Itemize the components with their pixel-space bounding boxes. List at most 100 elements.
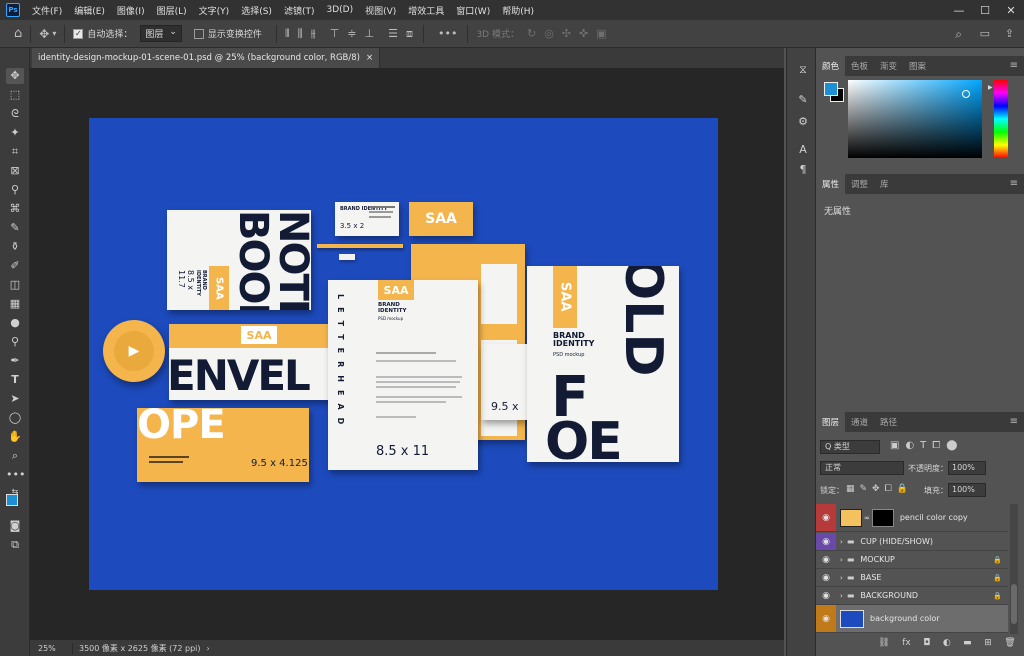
menu-image[interactable]: 图像(I)	[111, 4, 151, 17]
layer-row-selected[interactable]: ◉ background color	[816, 605, 1008, 633]
document-canvas[interactable]: NOTE BOOK SAA BRAND IDENTITY 8.5 x 11.7 …	[89, 118, 718, 590]
screen-mode-icon[interactable]: ⧉	[6, 537, 24, 553]
search-icon[interactable]: ⌕	[955, 27, 962, 42]
menu-3d[interactable]: 3D(D)	[320, 5, 359, 15]
panel-menu-icon[interactable]: ≡	[1010, 178, 1018, 189]
adjustments-icon[interactable]: ⚙	[794, 114, 812, 130]
share-icon[interactable]: ⇪	[1005, 27, 1014, 40]
quick-mask-icon[interactable]: ◙	[6, 518, 24, 534]
dodge-tool-icon[interactable]: ⚲	[6, 334, 24, 350]
marquee-tool-icon[interactable]: ⬚	[6, 87, 24, 103]
document-tab[interactable]: identity-design-mockup-01-scene-01.psd @…	[32, 48, 381, 68]
trash-icon[interactable]: 🗑	[1004, 638, 1015, 652]
brush-settings-icon[interactable]: ✎	[794, 92, 812, 108]
3d-drag-icon[interactable]: ✣	[562, 27, 571, 40]
3d-roll-icon[interactable]: ◎	[544, 27, 554, 40]
more-tools-icon[interactable]: •••	[6, 467, 25, 483]
expand-chevron-icon[interactable]: ›	[840, 538, 843, 546]
menu-select[interactable]: 选择(S)	[235, 4, 278, 17]
menu-edit[interactable]: 编辑(E)	[68, 4, 111, 17]
tab-swatches[interactable]: 色板	[845, 56, 874, 76]
eraser-tool-icon[interactable]: ◫	[6, 277, 24, 293]
layer-filter-icons[interactable]: ▣◐T⧠⬤	[890, 440, 963, 451]
layer-row[interactable]: ◉ ∞ pencil color copy	[816, 504, 1008, 532]
align-bottom-icon[interactable]: ⊥	[365, 27, 375, 40]
frame-tool-icon[interactable]: ⊠	[6, 163, 24, 179]
add-mask-icon[interactable]: ◘	[923, 638, 930, 652]
align-right-icon[interactable]: ⫵	[311, 27, 316, 41]
tab-properties[interactable]: 属性	[816, 174, 846, 194]
pen-tool-icon[interactable]: ✒	[6, 353, 24, 369]
tab-color[interactable]: 颜色	[816, 56, 846, 76]
visibility-eye-icon[interactable]: ◉	[816, 504, 836, 531]
tab-gradients[interactable]: 渐变	[874, 56, 903, 76]
healing-tool-icon[interactable]: ⌘	[6, 201, 24, 217]
auto-select-checkbox[interactable]: ✓ 自动选择：	[73, 27, 132, 40]
type-tool-icon[interactable]: T	[6, 372, 24, 388]
chevron-down-icon[interactable]: ▾	[52, 29, 56, 38]
layer-row[interactable]: ◉ › ▬ BACKGROUND 🔒	[816, 587, 1008, 605]
blend-mode-dropdown[interactable]: 正常	[820, 461, 904, 475]
link-layers-icon[interactable]: ⛓	[878, 638, 889, 652]
align-top-icon[interactable]: ⊤	[330, 27, 340, 40]
eyedropper-tool-icon[interactable]: ⚲	[6, 182, 24, 198]
opacity-input[interactable]: 100%	[948, 461, 986, 475]
more-options-icon[interactable]: •••	[438, 27, 457, 40]
hand-tool-icon[interactable]: ✋	[6, 429, 24, 445]
zoom-level[interactable]: 25%	[38, 644, 66, 653]
fill-input[interactable]: 100%	[948, 483, 986, 497]
close-tab-icon[interactable]: ×	[366, 53, 373, 63]
layer-row[interactable]: ◉ › ▬ CUP (HIDE/SHOW)	[816, 533, 1008, 551]
lasso-tool-icon[interactable]: ᘓ	[6, 106, 24, 122]
visibility-eye-icon[interactable]: ◉	[816, 587, 836, 604]
new-group-icon[interactable]: ▬	[963, 638, 972, 652]
align-center-icon[interactable]: ⫼	[298, 27, 303, 41]
menu-help[interactable]: 帮助(H)	[496, 4, 540, 17]
fx-icon[interactable]: fx	[902, 638, 911, 652]
menu-plugins[interactable]: 增效工具	[402, 4, 450, 17]
color-foreground-swatch[interactable]	[824, 82, 838, 96]
visibility-eye-icon[interactable]: ◉	[816, 569, 836, 586]
align-left-icon[interactable]: ⫴	[285, 27, 290, 41]
magic-wand-tool-icon[interactable]: ✦	[6, 125, 24, 141]
3d-slide-icon[interactable]: ✜	[579, 27, 588, 40]
show-transform-checkbox[interactable]: 显示变换控件	[193, 27, 262, 40]
layer-row[interactable]: ◉ › ▬ MOCKUP 🔒	[816, 551, 1008, 569]
crop-tool-icon[interactable]: ⌗	[6, 144, 24, 160]
home-icon[interactable]: ⌂	[14, 26, 22, 41]
history-panel-icon[interactable]: ⧖	[794, 62, 812, 78]
hue-slider[interactable]	[994, 80, 1008, 158]
tab-adjustments[interactable]: 调整	[845, 174, 874, 194]
3d-camera-icon[interactable]: ▣	[596, 27, 606, 40]
workspace-icon[interactable]: ▭	[980, 27, 990, 40]
minimize-button[interactable]: —	[946, 0, 972, 20]
tab-libraries[interactable]: 库	[874, 174, 895, 194]
history-brush-icon[interactable]: ✐	[6, 258, 24, 274]
visibility-eye-icon[interactable]: ◉	[816, 533, 836, 550]
brush-tool-icon[interactable]: ✎	[6, 220, 24, 236]
3d-rotate-icon[interactable]: ↻	[527, 27, 536, 40]
tab-channels[interactable]: 通道	[845, 412, 874, 432]
blur-tool-icon[interactable]: ●	[6, 315, 24, 331]
menu-filter[interactable]: 滤镜(T)	[278, 4, 321, 17]
menu-file[interactable]: 文件(F)	[26, 4, 68, 17]
tab-paths[interactable]: 路径	[874, 412, 903, 432]
layer-filter-dropdown[interactable]: Q 类型	[820, 440, 880, 454]
visibility-eye-icon[interactable]: ◉	[816, 551, 836, 568]
stamp-tool-icon[interactable]: ⚱	[6, 239, 24, 255]
paragraph-panel-icon[interactable]: ¶	[794, 162, 812, 178]
move-tool-icon[interactable]: ✥	[6, 68, 24, 84]
status-arrow-icon[interactable]: ›	[207, 644, 210, 653]
color-field[interactable]	[848, 80, 982, 158]
layer-row[interactable]: ◉ › ▬ BASE 🔒	[816, 569, 1008, 587]
character-panel-icon[interactable]: A	[794, 142, 812, 158]
tab-patterns[interactable]: 图案	[903, 56, 932, 76]
tab-layers[interactable]: 图层	[816, 412, 846, 432]
lock-icons[interactable]: ▦✎✥⧠🔒	[846, 484, 913, 494]
menu-layer[interactable]: 图层(L)	[151, 4, 193, 17]
gradient-tool-icon[interactable]: ▦	[6, 296, 24, 312]
new-layer-icon[interactable]: ⊞	[984, 638, 992, 652]
distribute-icon[interactable]: ☰	[388, 27, 398, 40]
zoom-tool-icon[interactable]: ⌕	[6, 448, 24, 464]
expand-chevron-icon[interactable]: ›	[840, 592, 843, 600]
